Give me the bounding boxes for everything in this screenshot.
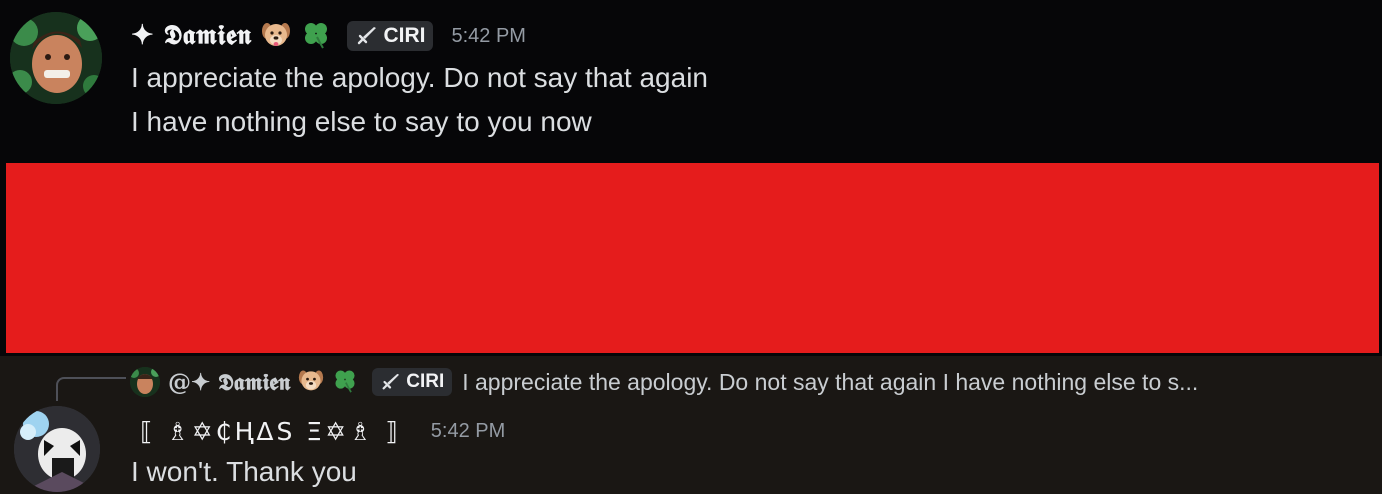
message-1-line-1: I appreciate the apology. Do not say tha…	[131, 62, 708, 93]
reply-avatar-damien	[130, 367, 160, 397]
timestamp: 5:42 PM	[451, 24, 526, 47]
message-1-line-2: I have nothing else to say to you now	[131, 106, 592, 137]
reply-preview[interactable]: @✦ 𝕯𝖆𝖒𝖎𝖊𝖓 CIRI I appreciate the apology.…	[130, 366, 1370, 398]
reply-server-tag-badge[interactable]: CIRI	[372, 368, 453, 396]
username-damien[interactable]: ✦ 𝕯𝖆𝖒𝖎𝖊𝖓	[131, 20, 251, 52]
avatar-damien[interactable]	[10, 12, 102, 104]
server-tag-badge[interactable]: CIRI	[347, 21, 434, 51]
reply-server-tag-label: CIRI	[406, 371, 445, 392]
message-1-header: ✦ 𝕯𝖆𝖒𝖎𝖊𝖓 CIRI 5:42 PM	[131, 18, 526, 54]
dog-icon	[261, 19, 291, 53]
message-2-line-1: I won't. Thank you	[131, 456, 357, 487]
avatar-chase[interactable]	[14, 406, 100, 492]
reply-text-preview[interactable]: I appreciate the apology. Do not say tha…	[462, 369, 1198, 396]
dog-icon	[298, 367, 324, 397]
timestamp: 5:42 PM	[430, 419, 506, 442]
server-tag-label: CIRI	[383, 24, 426, 47]
sword-icon	[358, 27, 377, 45]
reply-connector-line	[56, 377, 126, 401]
message-2-header: ⟦ ♗✡₵ⱧΔS Ξ✡♗ ⟧ 5:42 PM	[140, 412, 505, 450]
four-leaf-clover-icon	[332, 367, 358, 397]
username-chase[interactable]: ⟦ ♗✡₵ⱧΔS Ξ✡♗ ⟧	[140, 417, 401, 446]
four-leaf-clover-icon	[301, 19, 331, 53]
sword-icon	[382, 373, 400, 390]
reply-username[interactable]: @✦ 𝕯𝖆𝖒𝖎𝖊𝖓	[168, 369, 290, 396]
redaction-block	[6, 163, 1379, 353]
